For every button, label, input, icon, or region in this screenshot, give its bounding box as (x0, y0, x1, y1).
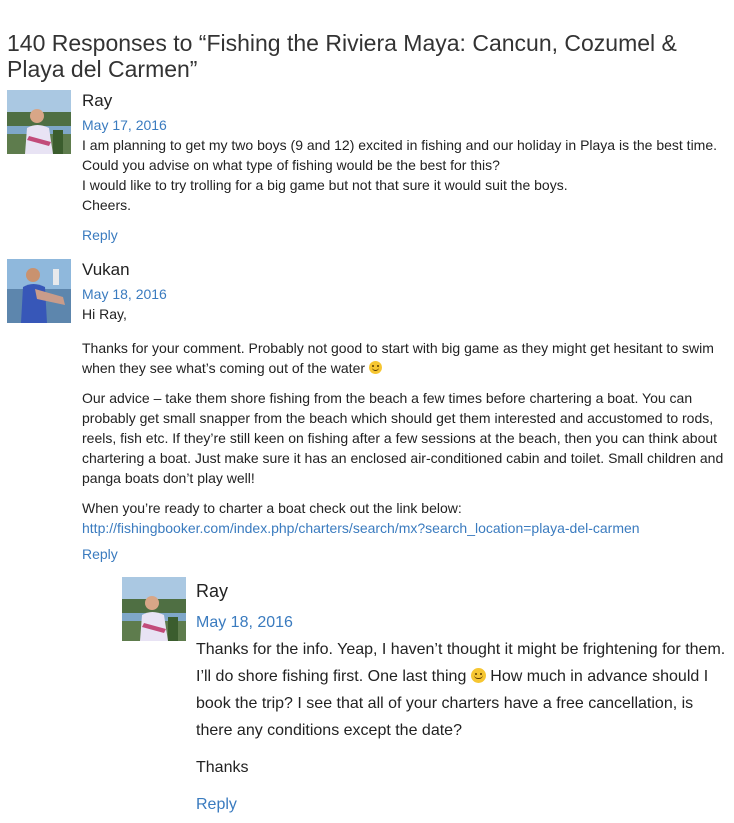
comment-author[interactable]: Ray (196, 581, 228, 602)
comment-text: Cheers. (82, 197, 132, 213)
comment-date[interactable]: May 18, 2016 (196, 614, 293, 632)
comment-text: Our advice – take them shore fishing fro… (82, 390, 724, 486)
avatar-ray (122, 577, 186, 641)
smiley-emoji-icon (470, 668, 486, 683)
comment-body: Hi Ray, Thanks for your comment. Probabl… (82, 304, 730, 538)
comment-text: I am planning to get my two boys (9 and … (82, 137, 718, 173)
comment-text: Thanks for the info. Yeap, I haven’t tho… (196, 641, 726, 739)
comment-body: I am planning to get my two boys (9 and … (82, 135, 727, 215)
avatar-ray (7, 90, 71, 154)
comment-text: I would like to try trolling for a big g… (82, 177, 568, 193)
comment-author[interactable]: Vukan (82, 260, 130, 280)
comment-text: Thanks for your comment. Probably not go… (82, 340, 714, 376)
reply-link[interactable]: Reply (82, 546, 118, 562)
comment-text: Hi Ray, (82, 306, 127, 322)
user-photo-icon (7, 259, 71, 323)
comment-text: Thanks (196, 759, 249, 776)
comment-text: When you’re ready to charter a boat chec… (82, 500, 640, 536)
comment-author[interactable]: Ray (82, 91, 112, 111)
reply-link[interactable]: Reply (196, 796, 237, 814)
reply-link[interactable]: Reply (82, 227, 118, 243)
smiley-emoji-icon (368, 361, 382, 374)
comment-date[interactable]: May 17, 2016 (82, 117, 167, 133)
comment-date[interactable]: May 18, 2016 (82, 286, 167, 302)
user-photo-icon (122, 577, 186, 641)
user-photo-icon (7, 90, 71, 154)
comments-heading: 140 Responses to “Fishing the Riviera Ma… (7, 30, 677, 82)
avatar-vukan (7, 259, 71, 323)
comment-body: Thanks for the info. Yeap, I haven’t tho… (196, 636, 726, 791)
charter-search-link[interactable]: http://fishingbooker.com/index.php/chart… (82, 520, 640, 536)
